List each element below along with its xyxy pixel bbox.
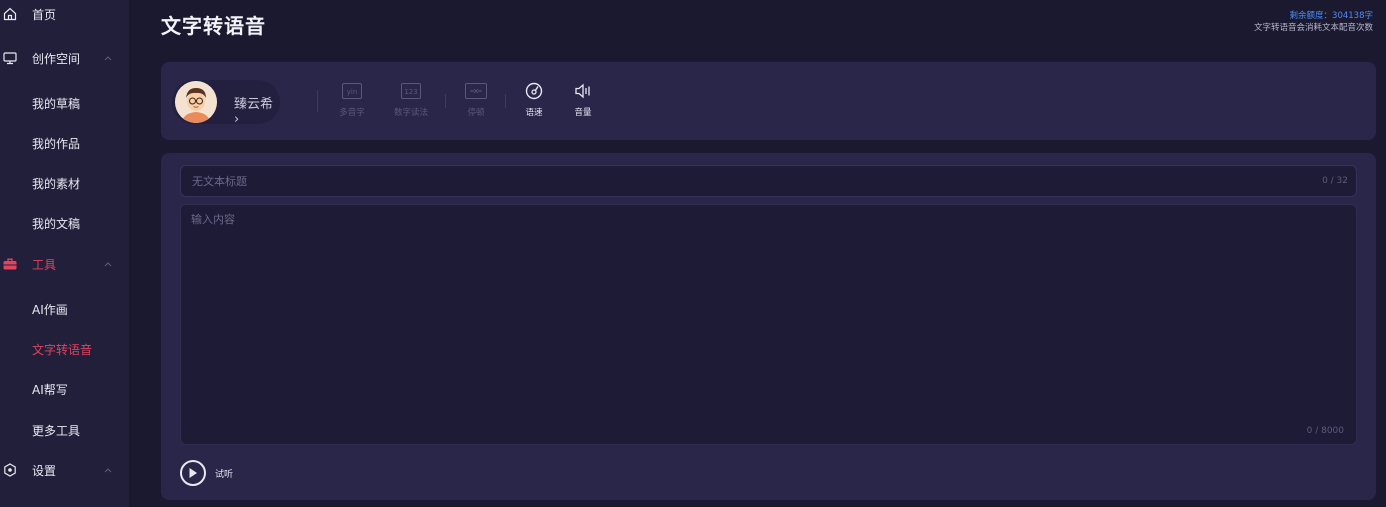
volume-button[interactable]: 音量 — [563, 82, 603, 118]
sidebar-item-settings[interactable]: 设置 — [0, 450, 129, 490]
settings-icon — [2, 462, 18, 478]
quota-note: 文字转语音会消耗文本配音次数 — [1253, 23, 1373, 33]
chevron-up-icon[interactable] — [103, 259, 113, 269]
sidebar-item-label: 更多工具 — [32, 423, 81, 438]
monitor-icon — [2, 50, 18, 66]
sidebar-item-drafts[interactable]: 我的草稿 — [0, 83, 129, 123]
numbers-icon: 123 — [400, 82, 422, 100]
title-char-count: 0 / 32 — [1322, 176, 1348, 186]
number-reading-button[interactable]: 123 数字读法 — [390, 82, 432, 118]
sidebar-item-label: 我的草稿 — [32, 96, 81, 111]
pause-button[interactable]: 停顿 — [456, 82, 496, 118]
sidebar-item-label: 工具 — [32, 257, 57, 272]
sidebar-item-label: 文字转语音 — [32, 342, 93, 357]
sidebar-item-label: AI作画 — [32, 302, 68, 317]
sidebar-item-manuscripts[interactable]: 我的文稿 — [0, 203, 129, 243]
preview-label: 试听 — [215, 469, 234, 480]
sidebar-item-more-tools[interactable]: 更多工具 — [0, 410, 129, 450]
sidebar-item-tools[interactable]: 工具 — [0, 244, 129, 284]
speed-icon — [523, 82, 545, 100]
quota-info: 剩余额度：304138字 文字转语音会消耗文本配音次数 — [1254, 10, 1373, 34]
sidebar-item-text-to-speech[interactable]: 文字转语音 — [0, 329, 129, 369]
content-char-count: 0 / 8000 — [1306, 426, 1344, 436]
pause-icon — [465, 82, 487, 100]
sidebar-item-ai-writing[interactable]: AI帮写 — [0, 369, 129, 409]
sidebar-item-label: 我的素材 — [32, 176, 81, 191]
sidebar-item-label: 创作空间 — [32, 51, 81, 66]
voice-selector[interactable]: 臻云希 › — [172, 80, 280, 127]
sidebar-item-materials[interactable]: 我的素材 — [0, 163, 129, 203]
sidebar-item-home[interactable]: 首页 — [0, 0, 129, 34]
toolbox-icon — [2, 256, 18, 272]
toolbar-divider — [317, 90, 318, 112]
content-field: 0 / 8000 — [180, 204, 1357, 445]
svg-text:123: 123 — [404, 88, 417, 96]
sidebar-item-label: 首页 — [32, 7, 57, 22]
sidebar-item-creative-space[interactable]: 创作空间 — [0, 38, 129, 78]
sidebar-item-works[interactable]: 我的作品 — [0, 123, 129, 163]
chevron-up-icon[interactable] — [103, 465, 113, 475]
page-title: 文字转语音 — [161, 14, 266, 38]
title-input[interactable] — [192, 166, 1292, 196]
title-field: 0 / 32 — [180, 165, 1357, 197]
speed-label: 语速 — [525, 108, 543, 118]
pinyin-icon: yin — [341, 82, 363, 100]
pause-label: 停顿 — [467, 108, 485, 118]
toolbar-divider — [505, 94, 506, 108]
toolbar-divider — [445, 94, 446, 108]
voice-toolbar: 臻云希 › yin 多音字 123 数字读法 停顿 语速 音量 — [161, 62, 1376, 140]
editor-panel: 0 / 32 0 / 8000 试听 — [161, 153, 1376, 500]
speed-button[interactable]: 语速 — [514, 82, 554, 118]
avatar — [175, 81, 217, 123]
quota-remaining: 剩余额度：304138字 — [1289, 11, 1373, 21]
sidebar-item-label: AI帮写 — [32, 382, 68, 397]
voice-name: 臻云希 › — [234, 97, 274, 127]
svg-text:yin: yin — [347, 88, 358, 96]
sidebar: 首页 创作空间 我的草稿 我的作品 我的素材 我的文稿 工具 AI作画 文字转语… — [0, 0, 129, 507]
content-textarea[interactable] — [191, 211, 1341, 421]
chevron-up-icon[interactable] — [103, 53, 113, 63]
home-icon — [2, 6, 18, 22]
play-icon — [180, 460, 206, 486]
polyphone-button[interactable]: yin 多音字 — [332, 82, 372, 118]
number-reading-label: 数字读法 — [393, 108, 428, 118]
sidebar-item-label: 我的文稿 — [32, 216, 81, 231]
preview-button[interactable]: 试听 — [180, 460, 233, 486]
sidebar-item-ai-painting[interactable]: AI作画 — [0, 289, 129, 329]
sidebar-item-label: 设置 — [32, 463, 57, 478]
polyphone-label: 多音字 — [339, 108, 365, 118]
volume-label: 音量 — [574, 108, 592, 118]
sidebar-item-label: 我的作品 — [32, 136, 81, 151]
volume-icon — [572, 82, 594, 100]
